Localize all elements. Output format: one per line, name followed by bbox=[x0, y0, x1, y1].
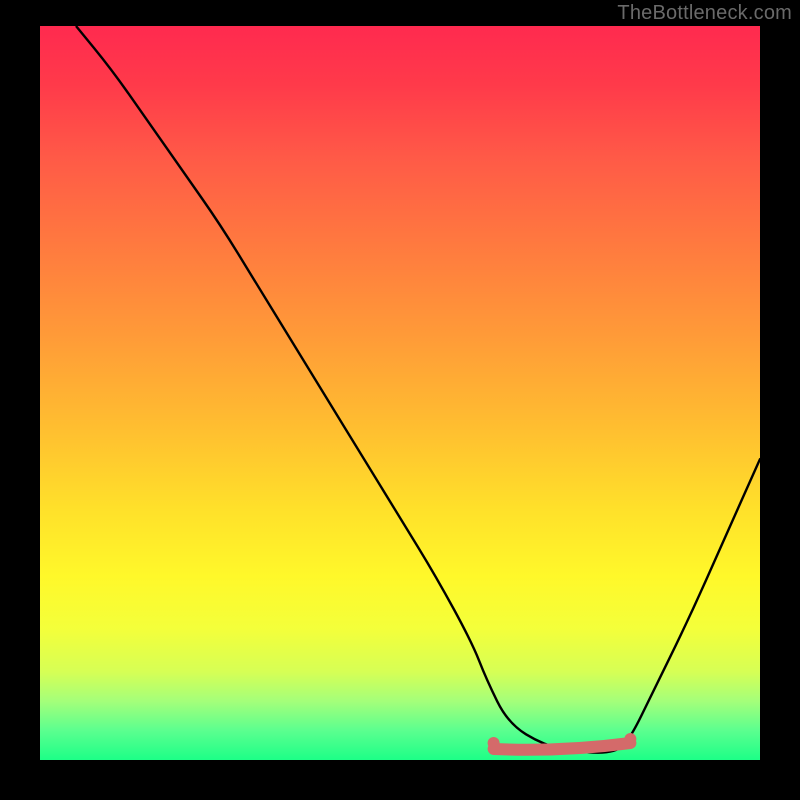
frame-border-right bbox=[760, 0, 800, 800]
bottleneck-curve bbox=[76, 26, 760, 753]
curve-path bbox=[76, 26, 760, 753]
optimal-zone-marker bbox=[488, 733, 637, 750]
frame-border-bottom bbox=[0, 760, 800, 800]
optimal-zone-line bbox=[494, 743, 631, 750]
watermark-text: TheBottleneck.com bbox=[617, 2, 792, 25]
curve-layer bbox=[40, 26, 760, 760]
optimal-zone-end-dot bbox=[624, 733, 636, 745]
optimal-zone-start-dot bbox=[488, 737, 500, 749]
frame-border-left bbox=[0, 0, 40, 800]
plot-area bbox=[40, 26, 760, 760]
chart-frame: TheBottleneck.com bbox=[0, 0, 800, 800]
